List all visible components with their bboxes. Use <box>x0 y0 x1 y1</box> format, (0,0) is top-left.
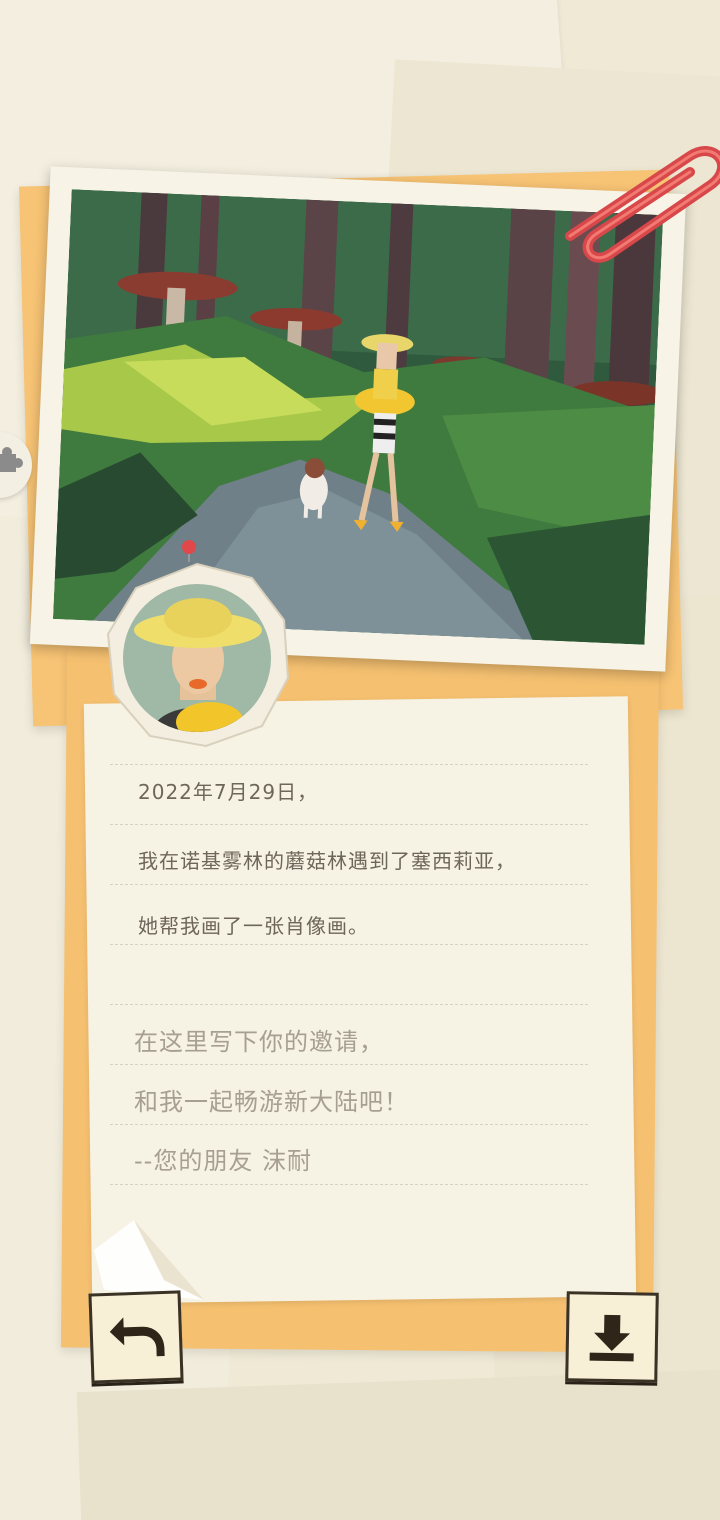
letter-line-2: 我在诺基雾林的蘑菇林遇到了塞西莉亚， <box>138 849 516 873</box>
side-puzzle-tab[interactable] <box>0 432 32 498</box>
portrait-avatar <box>106 562 290 748</box>
pin-icon <box>182 540 196 562</box>
background-paper <box>76 1367 720 1520</box>
invitation-line-2[interactable]: 和我一起畅游新大陆吧！ <box>134 1082 409 1117</box>
back-button[interactable] <box>88 1290 184 1384</box>
letter-line-3: 她帮我画了一张肖像画。 <box>138 914 369 938</box>
download-icon <box>589 1314 634 1362</box>
invitation-input[interactable]: 在这里写下你的邀请， <box>134 1022 384 1057</box>
letter-date: 2022年7月29日， <box>138 780 319 804</box>
paperclip-icon <box>565 146 720 263</box>
letter-scene: 2022年7月29日， 我在诺基雾林的蘑菇林遇到了塞西莉亚， 她帮我画了一张肖像… <box>0 0 720 1520</box>
undo-arrow-icon <box>109 1317 165 1357</box>
letter-line <box>110 944 588 1005</box>
puzzle-icon <box>0 447 23 472</box>
invitation-signature[interactable]: --您的朋友 沫耐 <box>134 1141 312 1176</box>
download-button[interactable] <box>565 1291 659 1383</box>
